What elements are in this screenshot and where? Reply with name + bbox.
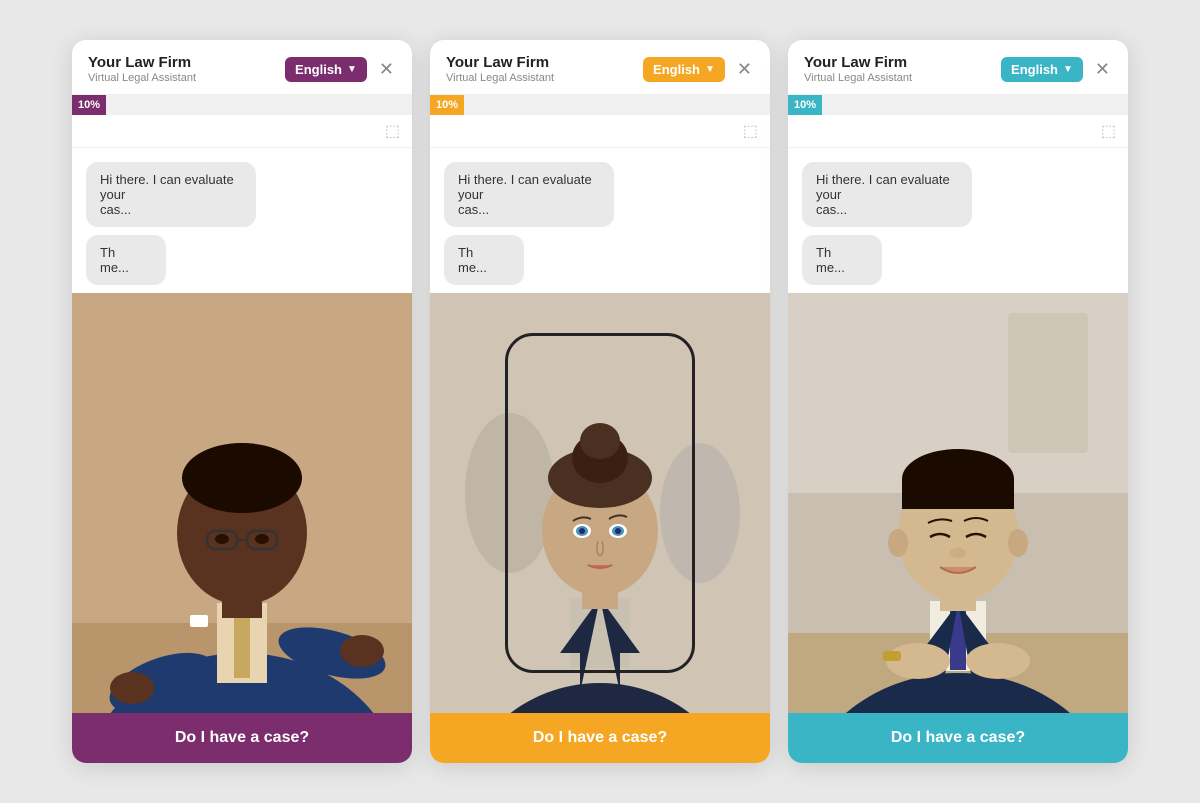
main-container: Your Law Firm Virtual Legal Assistant En… <box>42 0 1158 803</box>
chat-short-2: me... <box>100 260 129 275</box>
chevron-down-icon: ▼ <box>705 64 715 75</box>
header-controls: English ▼ ✕ <box>1001 57 1112 82</box>
widget-toolbar: ⬚ <box>430 115 770 148</box>
chat-bubble-2: Th me... <box>802 235 882 285</box>
avatar-area <box>72 293 412 713</box>
widget-toolbar: ⬚ <box>72 115 412 148</box>
avatar-area <box>430 293 770 713</box>
chat-text-2: cas... <box>816 202 847 217</box>
widget-header: Your Law Firm Virtual Legal Assistant En… <box>430 40 770 95</box>
progress-label: 10% <box>794 99 816 111</box>
chat-short-1: Th <box>100 245 115 260</box>
progress-bar-fill: 10% <box>72 95 106 115</box>
header-title-block: Your Law Firm Virtual Legal Assistant <box>804 54 912 84</box>
chat-short-2: me... <box>816 260 845 275</box>
video-icon[interactable]: ⬚ <box>743 121 758 141</box>
widget-card-3: Your Law Firm Virtual Legal Assistant En… <box>788 40 1128 763</box>
cta-button[interactable]: Do I have a case? <box>430 713 770 763</box>
header-title-block: Your Law Firm Virtual Legal Assistant <box>446 54 554 84</box>
chat-area: Hi there. I can evaluate your cas... Th … <box>788 148 1128 285</box>
widget-header: Your Law Firm Virtual Legal Assistant En… <box>72 40 412 95</box>
chat-text-1: Hi there. I can evaluate your <box>100 172 234 202</box>
language-button[interactable]: English ▼ <box>285 57 367 82</box>
language-label: English <box>1011 62 1058 77</box>
language-label: English <box>653 62 700 77</box>
header-title-block: Your Law Firm Virtual Legal Assistant <box>88 54 196 84</box>
chat-text-2: cas... <box>458 202 489 217</box>
chat-text-1: Hi there. I can evaluate your <box>816 172 950 202</box>
language-button[interactable]: English ▼ <box>1001 57 1083 82</box>
cta-label: Do I have a case? <box>891 729 1025 746</box>
progress-label: 10% <box>436 99 458 111</box>
firm-subtitle: Virtual Legal Assistant <box>88 72 196 84</box>
progress-bar-outer: 10% <box>72 95 412 115</box>
widget-toolbar: ⬚ <box>788 115 1128 148</box>
video-icon[interactable]: ⬚ <box>1101 121 1116 141</box>
cta-label: Do I have a case? <box>175 729 309 746</box>
cta-label: Do I have a case? <box>533 729 667 746</box>
header-controls: English ▼ ✕ <box>643 57 754 82</box>
language-label: English <box>295 62 342 77</box>
progress-bar-fill: 10% <box>788 95 822 115</box>
firm-subtitle: Virtual Legal Assistant <box>804 72 912 84</box>
progress-bar-outer: 10% <box>788 95 1128 115</box>
chat-bubble-1: Hi there. I can evaluate your cas... <box>802 162 972 227</box>
header-controls: English ▼ ✕ <box>285 57 396 82</box>
chat-short-1: Th <box>458 245 473 260</box>
chat-bubble-1: Hi there. I can evaluate your cas... <box>86 162 256 227</box>
chat-area: Hi there. I can evaluate your cas... Th … <box>72 148 412 285</box>
chat-short-1: Th <box>816 245 831 260</box>
progress-bar-fill: 10% <box>430 95 464 115</box>
close-button[interactable]: ✕ <box>377 60 396 78</box>
chevron-down-icon: ▼ <box>1063 64 1073 75</box>
chat-short-2: me... <box>458 260 487 275</box>
chevron-down-icon: ▼ <box>347 64 357 75</box>
close-button[interactable]: ✕ <box>735 60 754 78</box>
close-button[interactable]: ✕ <box>1093 60 1112 78</box>
avatar-area <box>788 293 1128 713</box>
video-icon[interactable]: ⬚ <box>385 121 400 141</box>
firm-subtitle: Virtual Legal Assistant <box>446 72 554 84</box>
cta-button[interactable]: Do I have a case? <box>72 713 412 763</box>
progress-label: 10% <box>78 99 100 111</box>
cta-button[interactable]: Do I have a case? <box>788 713 1128 763</box>
phone-frame <box>505 333 695 673</box>
progress-bar-outer: 10% <box>430 95 770 115</box>
chat-bubble-2: Th me... <box>86 235 166 285</box>
widget-card-2: Your Law Firm Virtual Legal Assistant En… <box>430 40 770 763</box>
chat-bubble-1: Hi there. I can evaluate your cas... <box>444 162 614 227</box>
firm-name: Your Law Firm <box>804 54 912 71</box>
language-button[interactable]: English ▼ <box>643 57 725 82</box>
firm-name: Your Law Firm <box>88 54 196 71</box>
chat-text-2: cas... <box>100 202 131 217</box>
widget-header: Your Law Firm Virtual Legal Assistant En… <box>788 40 1128 95</box>
firm-name: Your Law Firm <box>446 54 554 71</box>
chat-text-1: Hi there. I can evaluate your <box>458 172 592 202</box>
chat-bubble-2: Th me... <box>444 235 524 285</box>
chat-area: Hi there. I can evaluate your cas... Th … <box>430 148 770 285</box>
widget-card-1: Your Law Firm Virtual Legal Assistant En… <box>72 40 412 763</box>
